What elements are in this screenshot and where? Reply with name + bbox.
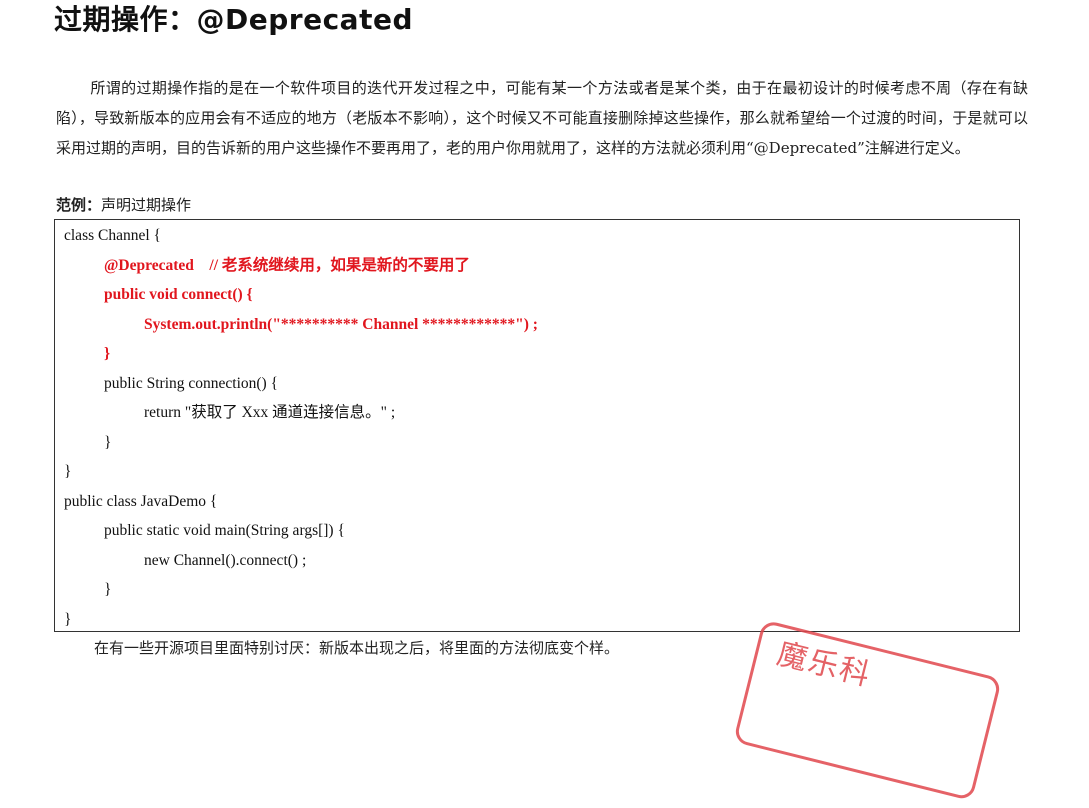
- intro-paragraph-text: 所谓的过期操作指的是在一个软件项目的迭代开发过程之中，可能有某一个方法或者是某个…: [56, 79, 1028, 157]
- code-line-connect-method: public void connect() {: [104, 286, 253, 303]
- closing-paragraph: 在有一些开源项目里面特别讨厌：新版本出现之后，将里面的方法彻底变个样。: [94, 639, 620, 657]
- intro-paragraph: 所谓的过期操作指的是在一个软件项目的迭代开发过程之中，可能有某一个方法或者是某个…: [56, 73, 1028, 163]
- code-block: class Channel { @Deprecated // 老系统继续用，如果…: [54, 219, 1020, 632]
- code-line-main-method: public static void main(String args[]) {: [104, 522, 345, 539]
- example-heading: 范例：声明过期操作: [56, 194, 191, 216]
- code-line-javademo-class: public class JavaDemo {: [64, 493, 218, 510]
- code-line-javademo-close: }: [64, 611, 72, 628]
- code-line-connection-method: public String connection() {: [104, 375, 279, 392]
- code-line-new-channel: new Channel().connect() ;: [144, 552, 307, 569]
- code-line-main-close: }: [104, 581, 112, 598]
- code-line-1: class Channel {: [64, 227, 161, 244]
- code-line-deprecated-annotation: @Deprecated // 老系统继续用，如果是新的不要用了: [104, 257, 470, 274]
- example-caption: 声明过期操作: [101, 196, 192, 214]
- code-line-class-close: }: [64, 463, 72, 480]
- example-label: 范例：: [56, 196, 102, 214]
- code-line-connection-close: }: [104, 434, 112, 451]
- stamp-border: [732, 619, 1003, 802]
- code-line-println: System.out.println("********** Channel *…: [144, 316, 538, 333]
- code-line-connect-close: }: [104, 345, 111, 362]
- section-title: 过期操作：@Deprecated: [54, 3, 413, 36]
- code-line-return: return "获取了 Xxx 通道连接信息。" ;: [144, 404, 396, 421]
